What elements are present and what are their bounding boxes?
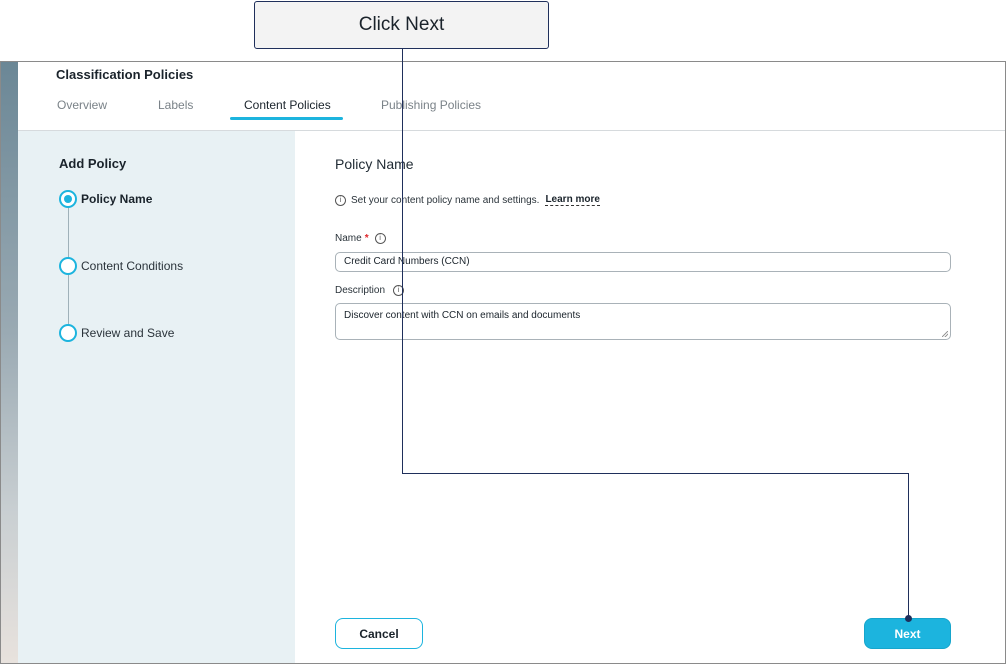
callout-leader-vertical <box>402 49 403 474</box>
info-row: i Set your content policy name and setti… <box>335 194 600 206</box>
cancel-button[interactable]: Cancel <box>335 618 423 649</box>
description-label: Description <box>335 285 386 296</box>
left-edge-strip <box>1 62 18 663</box>
description-label-row: Description i <box>335 285 409 296</box>
step-label-content-conditions[interactable]: Content Conditions <box>81 259 183 273</box>
tab-publishing-policies[interactable]: Publishing Policies <box>381 98 481 112</box>
info-text: Set your content policy name and setting… <box>351 194 540 206</box>
instruction-callout: Click Next <box>254 1 549 49</box>
tab-labels[interactable]: Labels <box>158 98 193 112</box>
tab-overview[interactable]: Overview <box>57 98 107 112</box>
name-info-icon[interactable]: i <box>374 233 386 244</box>
page-header: Classification Policies Overview Labels … <box>18 62 1005 131</box>
next-button[interactable]: Next <box>864 618 951 649</box>
step-label-policy-name[interactable]: Policy Name <box>81 192 152 206</box>
name-input[interactable]: Credit Card Numbers (CCN) <box>335 252 951 272</box>
callout-target-dot <box>905 615 912 622</box>
page-title: Classification Policies <box>56 67 194 82</box>
description-textarea[interactable]: Discover content with CCN on emails and … <box>335 303 951 340</box>
step-indicator-content-conditions[interactable] <box>59 257 77 275</box>
callout-leader-down <box>908 473 909 619</box>
sidebar-title: Add Policy <box>59 156 127 171</box>
step-indicator-policy-name[interactable] <box>59 190 77 208</box>
learn-more-link[interactable]: Learn more <box>545 194 600 206</box>
wizard-sidebar: Add Policy Policy Name Content Condition… <box>18 131 295 663</box>
tab-content-policies[interactable]: Content Policies <box>244 98 331 112</box>
required-marker: * <box>364 233 369 244</box>
step-indicator-review-and-save[interactable] <box>59 324 77 342</box>
step-label-review-and-save[interactable]: Review and Save <box>81 326 174 340</box>
active-tab-indicator <box>230 117 343 120</box>
callout-leader-horizontal <box>402 473 909 474</box>
resize-handle[interactable] <box>942 331 948 337</box>
name-label: Name <box>335 233 362 244</box>
description-text: Discover content with CCN on emails and … <box>344 310 581 321</box>
info-icon: i <box>335 194 346 206</box>
name-label-row: Name * i <box>335 233 391 244</box>
